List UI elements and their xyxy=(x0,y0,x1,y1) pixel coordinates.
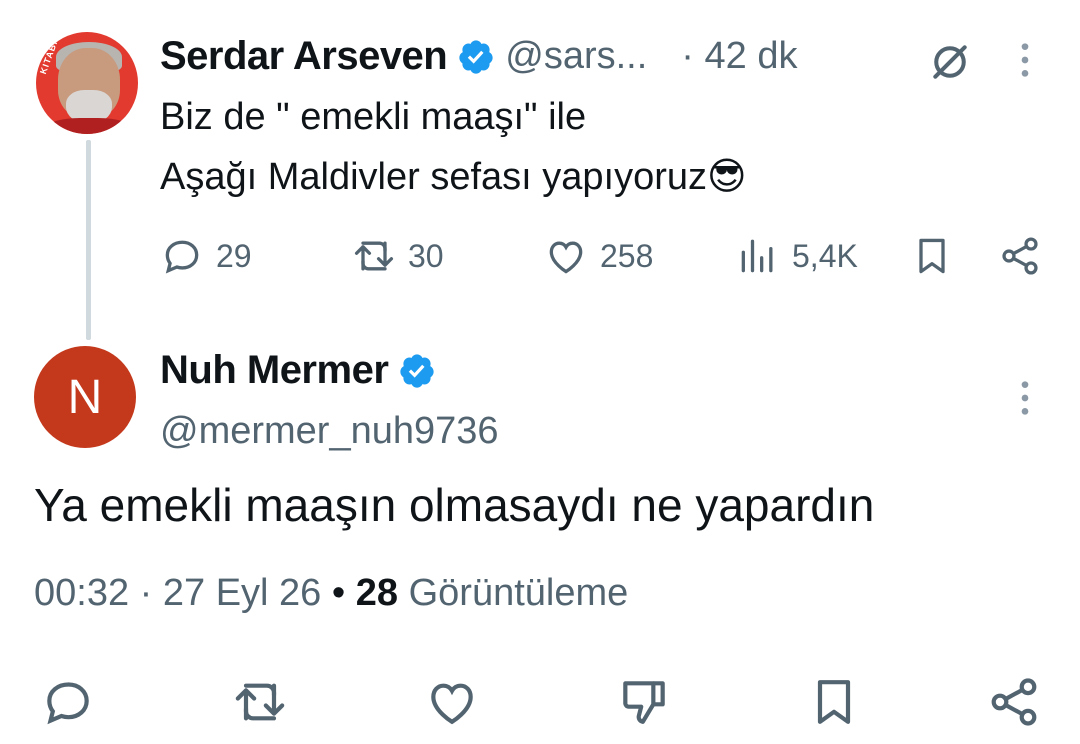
author-handle[interactable]: @sars... xyxy=(505,35,647,78)
parent-header: Serdar Arseven @sars... · 42 dk xyxy=(160,34,797,79)
like-action[interactable]: 258 xyxy=(544,234,653,278)
bookmark-icon[interactable] xyxy=(910,234,954,278)
author-name[interactable]: Serdar Arseven xyxy=(160,34,448,79)
reply-header: Nuh Mermer xyxy=(160,348,436,393)
views-count: 5,4K xyxy=(792,237,858,274)
retweet-icon xyxy=(354,241,394,271)
like-count: 258 xyxy=(600,237,654,274)
reply-text: Ya emekli maaşın olmasaydı ne yapardın xyxy=(34,479,875,531)
more-icon[interactable] xyxy=(1010,40,1040,80)
heart-icon xyxy=(549,241,583,274)
dislike-button[interactable] xyxy=(616,674,672,735)
heart-icon xyxy=(431,683,473,725)
views-action[interactable]: 5,4K xyxy=(736,234,858,278)
like-button[interactable] xyxy=(424,674,480,735)
retweet-action[interactable]: 30 xyxy=(352,234,444,278)
verified-icon xyxy=(459,39,493,74)
views-icon xyxy=(741,239,773,273)
reply-icon xyxy=(47,682,89,725)
tweet-text-line-2: Aşağı Maldivler sefası yapıyoruz😎 xyxy=(160,156,747,198)
avatar[interactable]: KITABIN ORTASI xyxy=(36,32,138,134)
retweet-count: 30 xyxy=(408,237,444,274)
bookmark-icon xyxy=(817,680,851,724)
author-handle[interactable]: @mermer_nuh9736 xyxy=(160,410,499,453)
tweet-date[interactable]: 27 Eyl 26 xyxy=(163,572,321,614)
retweet-icon xyxy=(235,683,285,721)
avatar[interactable]: N xyxy=(34,346,136,448)
tweet-meta: 00:32 · 27 Eyl 26 • 28 Görüntüleme xyxy=(34,572,629,614)
share-button[interactable] xyxy=(986,674,1042,735)
tweet-text-line-1: Biz de " emekli maaşı" ile xyxy=(160,96,587,138)
bookmark-button[interactable] xyxy=(806,674,862,735)
reply-button[interactable] xyxy=(40,674,96,735)
more-icon[interactable] xyxy=(1010,378,1040,418)
tweet-time[interactable]: · 42 dk xyxy=(681,35,797,78)
tweet-time[interactable]: 00:32 xyxy=(34,572,129,614)
thread-line xyxy=(86,140,91,340)
verified-icon xyxy=(400,353,435,388)
share-icon[interactable] xyxy=(998,234,1042,278)
reply-count: 29 xyxy=(216,237,252,274)
view-label: Görüntüleme xyxy=(408,572,629,614)
reply-action[interactable]: 29 xyxy=(160,234,252,278)
author-name[interactable]: Nuh Mermer xyxy=(160,348,389,393)
retweet-button[interactable] xyxy=(232,674,288,735)
view-count: 28 xyxy=(355,572,399,614)
reply-icon xyxy=(165,240,199,274)
thumbs-down-icon xyxy=(623,681,665,724)
share-icon xyxy=(991,678,1037,726)
grok-icon[interactable] xyxy=(928,40,972,84)
